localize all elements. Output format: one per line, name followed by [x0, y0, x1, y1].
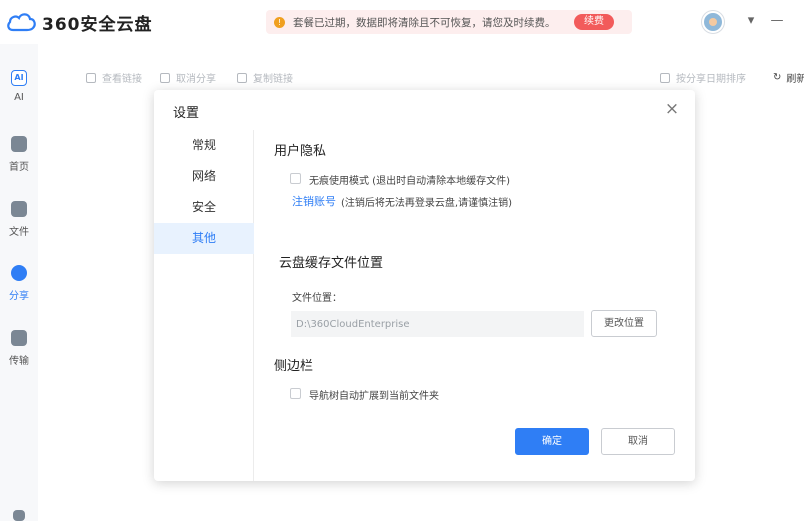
sidebar-section-title: 侧边栏 — [274, 359, 314, 374]
sort-icon — [660, 72, 670, 83]
sidebar-item-transfer[interactable]: 传输 — [0, 330, 38, 380]
settings-tab-network[interactable]: 网络 — [154, 161, 254, 192]
sidebar-item-share[interactable]: 分享 — [0, 265, 38, 315]
renew-button[interactable]: 续费 — [574, 14, 614, 30]
link-icon — [86, 72, 96, 83]
incognito-checkbox[interactable] — [290, 173, 301, 184]
cache-section-title: 云盘缓存文件位置 — [279, 256, 384, 271]
dialog-title: 设置 — [173, 106, 200, 121]
sort-label: 按分享日期排序 — [676, 74, 746, 85]
privacy-section-title: 用户隐私 — [274, 144, 327, 159]
auto-expand-label: 导航树自动扩展到当前文件夹 — [309, 391, 439, 402]
close-icon[interactable]: × — [663, 100, 681, 118]
copy-link-label: 复制链接 — [253, 74, 293, 85]
settings-tab-general[interactable]: 常规 — [154, 130, 254, 161]
sidebar-item-label: AI — [14, 92, 24, 103]
sort-button[interactable]: 按分享日期排序 — [660, 70, 746, 85]
ai-icon: AI — [11, 70, 27, 86]
title-bar: 360安全云盘 ! 套餐已过期，数据即将清除且不可恢复，请您及时续费。 续费 ▾… — [0, 0, 804, 44]
refresh-button[interactable]: ↻ 刷新 — [773, 70, 804, 85]
app-logo: 360安全云盘 — [6, 8, 153, 36]
expiry-notice: ! 套餐已过期，数据即将清除且不可恢复，请您及时续费。 续费 — [266, 10, 632, 34]
home-icon — [11, 136, 27, 152]
refresh-label: 刷新 — [786, 74, 804, 85]
cloud-logo-icon — [7, 13, 36, 32]
share-off-icon — [160, 72, 170, 83]
sidebar-expand-icon[interactable] — [0, 510, 38, 521]
file-location-label: 文件位置： — [292, 293, 342, 304]
auto-expand-checkbox[interactable] — [290, 388, 301, 399]
settings-tab-other[interactable]: 其他 — [154, 223, 254, 254]
cancel-button[interactable]: 取消 — [601, 428, 675, 455]
sidebar-item-files[interactable]: 文件 — [0, 201, 38, 251]
refresh-icon: ↻ — [773, 72, 782, 83]
deregister-link[interactable]: 注销账号 — [292, 193, 336, 209]
sidebar-item-label: 首页 — [9, 162, 29, 173]
folder-icon — [11, 201, 27, 217]
settings-dialog: 设置 × 常规 网络 安全 其他 用户隐私 无痕使用模式 (退出时自动清除本地缓… — [154, 90, 695, 481]
sidebar-item-label: 传输 — [9, 356, 29, 367]
settings-tab-security[interactable]: 安全 — [154, 192, 254, 223]
cancel-share-button[interactable]: 取消分享 — [160, 70, 216, 85]
sidebar-item-label: 文件 — [9, 227, 29, 238]
view-link-button[interactable]: 查看链接 — [86, 70, 142, 85]
copy-icon — [237, 72, 247, 83]
confirm-button[interactable]: 确定 — [515, 428, 589, 455]
app-title: 360安全云盘 — [42, 14, 153, 35]
sidebar-item-ai[interactable]: AI AI — [0, 70, 38, 120]
avatar[interactable] — [702, 11, 724, 33]
view-link-label: 查看链接 — [102, 74, 142, 85]
sidebar-item-home[interactable]: 首页 — [0, 136, 38, 186]
sidebar-item-label: 分享 — [9, 291, 29, 302]
settings-nav: 常规 网络 安全 其他 — [154, 130, 254, 481]
cache-path-input[interactable] — [291, 311, 584, 337]
cancel-share-label: 取消分享 — [176, 74, 216, 85]
share-icon — [11, 265, 27, 281]
dropdown-menu-icon[interactable]: ▾ — [742, 12, 760, 30]
change-location-button[interactable]: 更改位置 — [591, 310, 657, 337]
notice-text: 套餐已过期，数据即将清除且不可恢复，请您及时续费。 — [293, 16, 556, 29]
warning-icon: ! — [274, 16, 285, 28]
incognito-label: 无痕使用模式 (退出时自动清除本地缓存文件) — [309, 176, 510, 187]
copy-link-button[interactable]: 复制链接 — [237, 70, 293, 85]
deregister-note: (注销后将无法再登录云盘,请谨慎注销) — [341, 198, 512, 209]
expand-icon — [13, 510, 25, 521]
transfer-icon — [11, 330, 27, 346]
sidebar: AI AI 首页 文件 分享 传输 — [0, 44, 38, 521]
minimize-icon[interactable]: — — [768, 12, 786, 30]
